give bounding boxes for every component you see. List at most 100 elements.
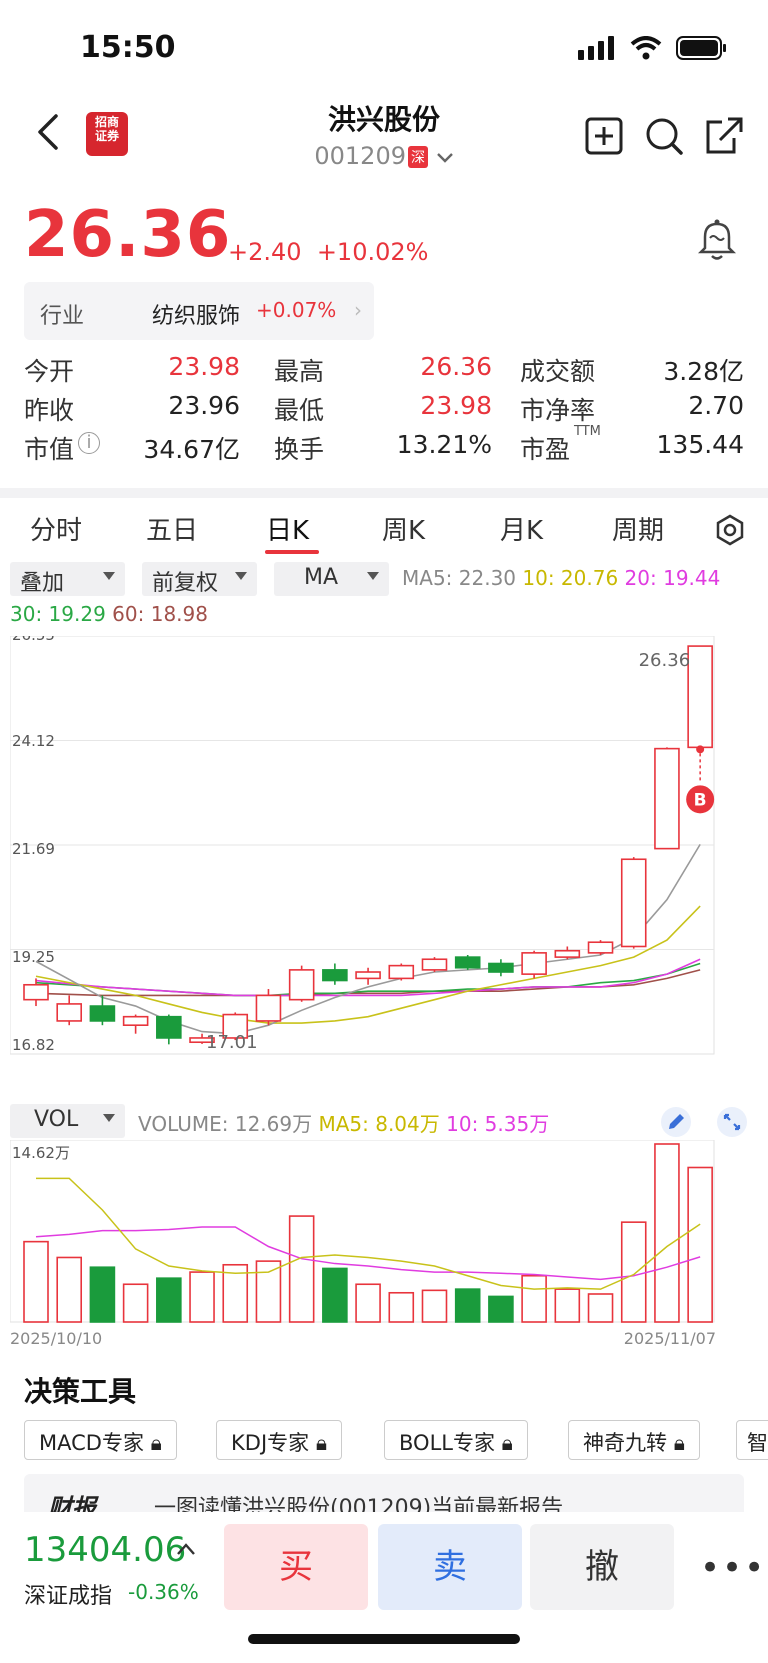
- stock-code: 001209: [314, 142, 406, 170]
- volume-bar: [488, 1295, 514, 1323]
- high-price-label: 26.36: [639, 650, 691, 671]
- indicator-select-label: MA: [304, 565, 339, 590]
- tool-label: BOLL专家: [399, 1431, 495, 1455]
- fullscreen-icon[interactable]: [716, 1106, 748, 1138]
- ma-legend-1: MA5: 22.30 10: 20.76 20: 19.44: [402, 566, 720, 590]
- candle-body: [56, 1003, 83, 1022]
- search-icon[interactable]: [644, 116, 684, 156]
- volume-indicator-select[interactable]: VOL: [10, 1104, 125, 1138]
- industry-row[interactable]: 行业 纺织服饰 +0.07% ›: [24, 282, 374, 340]
- candle-body: [288, 969, 315, 1001]
- dropdown-arrow-icon: [103, 572, 115, 580]
- stat-row: 市值 i 34.67亿 换手 13.21% 市盈 TTM 135.44: [24, 424, 744, 469]
- tool-boll-button[interactable]: BOLL专家 🔒︎: [384, 1420, 528, 1460]
- industry-percent: +0.07%: [256, 298, 337, 322]
- volume-bar: [255, 1260, 282, 1323]
- candle-body: [89, 1005, 116, 1022]
- y-tick-label: 26.55: [12, 636, 55, 644]
- industry-name: 纺织服饰: [152, 304, 241, 329]
- tab-intraday[interactable]: 分时: [30, 510, 82, 547]
- ma10-line: [35, 1226, 701, 1281]
- dropdown-arrow-icon: [235, 572, 247, 580]
- candle-body: [687, 645, 713, 749]
- stat-label: 最高: [274, 357, 325, 386]
- ma5-value: MA5: 22.30: [402, 566, 517, 590]
- alert-bell-icon[interactable]: [696, 218, 738, 262]
- active-tab-indicator: [265, 550, 319, 554]
- overlay-select[interactable]: 叠加: [10, 562, 125, 596]
- stat-label: 今开: [24, 357, 75, 386]
- industry-label: 行业: [40, 304, 85, 329]
- volume-bar: [521, 1274, 547, 1323]
- price-change: +2.40 +10.02%: [228, 238, 428, 266]
- y-tick-label: 16.82: [12, 1036, 55, 1054]
- tool-kdj-button[interactable]: KDJ专家 🔒︎: [216, 1420, 343, 1460]
- volume-bar: [322, 1267, 348, 1323]
- change-percent: +10.02%: [316, 238, 429, 266]
- volume-chart[interactable]: 14.62万 2025/10/10 2025/11/07: [10, 1140, 758, 1348]
- tool-label: MACD专家: [39, 1431, 144, 1455]
- tool-more-button[interactable]: 智: [736, 1420, 768, 1460]
- volume-bar: [421, 1289, 448, 1323]
- volume-bar: [156, 1277, 182, 1323]
- stat-label: 昨收: [24, 396, 75, 425]
- candle-body: [355, 971, 381, 980]
- candle-body: [620, 858, 647, 948]
- candle-body: [23, 983, 49, 1001]
- volume-bar: [23, 1240, 49, 1323]
- candle-body: [421, 958, 448, 971]
- settings-icon[interactable]: [714, 514, 746, 546]
- tab-weekly-k[interactable]: 周K: [382, 510, 425, 547]
- candlestick-chart[interactable]: 26.55 24.12 21.69 19.25 16.82 26.36 17.01 B: [10, 636, 758, 1098]
- edit-indicator-icon[interactable]: [660, 1106, 692, 1138]
- stat-row: 昨收 23.96 最低 23.98 市净率 2.70: [24, 391, 744, 430]
- info-icon[interactable]: i: [78, 432, 100, 454]
- ma-legend-2: 30: 19.29 60: 18.98: [10, 602, 208, 626]
- home-indicator: [248, 1634, 520, 1644]
- candle-body: [122, 1015, 149, 1026]
- stat-value: 26.36: [420, 352, 492, 381]
- overlay-select-label: 叠加: [20, 571, 65, 596]
- chevron-up-icon[interactable]: [176, 1542, 196, 1556]
- indicator-select[interactable]: MA: [274, 562, 389, 596]
- end-date-label: 2025/11/07: [624, 1329, 716, 1348]
- sell-button[interactable]: 卖: [378, 1524, 522, 1610]
- cancel-order-button[interactable]: 撤: [530, 1524, 674, 1610]
- y-tick-label: 19.25: [12, 948, 55, 966]
- candle-body: [521, 952, 547, 975]
- volume-bar: [687, 1166, 713, 1323]
- status-time: 15:50: [80, 30, 176, 65]
- candle-body: [554, 949, 581, 958]
- tool-macd-button[interactable]: MACD专家 🔒︎: [24, 1420, 177, 1460]
- low-price-label: 17.01: [206, 1032, 258, 1053]
- chevron-right-icon: ›: [354, 298, 362, 322]
- stat-label: 市盈: [520, 435, 571, 464]
- stat-sup: TTM: [574, 424, 601, 439]
- lock-icon: 🔒︎: [673, 1431, 685, 1455]
- ma10-value: 10: 20.76: [522, 566, 619, 590]
- index-value[interactable]: 13404.06: [24, 1530, 186, 1570]
- y-tick-label: 21.69: [12, 840, 55, 858]
- buy-marker-label: B: [694, 790, 707, 810]
- stat-value: 23.96: [168, 391, 240, 420]
- volume-bar: [654, 1143, 680, 1323]
- share-icon[interactable]: [704, 116, 744, 156]
- volume-bar: [388, 1291, 415, 1323]
- stat-value: 23.98: [168, 352, 240, 381]
- add-watchlist-icon[interactable]: [584, 116, 624, 156]
- tab-daily-k[interactable]: 日K: [266, 510, 309, 547]
- tab-monthly-k[interactable]: 月K: [500, 510, 543, 547]
- tab-period[interactable]: 周期: [612, 510, 664, 547]
- volume-bar: [620, 1221, 647, 1323]
- ma30-value: 30: 19.29: [10, 602, 106, 626]
- adjust-select[interactable]: 前复权: [142, 562, 257, 596]
- tab-five-day[interactable]: 五日: [146, 510, 198, 547]
- tool-label: 智: [747, 1431, 768, 1455]
- candle-body: [454, 956, 481, 969]
- candle-body: [255, 994, 282, 1022]
- volume-bar: [288, 1215, 315, 1323]
- tool-td9-button[interactable]: 神奇九转 🔒︎: [568, 1420, 700, 1460]
- more-menu-button[interactable]: •••: [700, 1548, 766, 1588]
- period-tabs: 分时 五日 日K 周K 月K 周期: [0, 500, 768, 556]
- buy-button[interactable]: 买: [224, 1524, 368, 1610]
